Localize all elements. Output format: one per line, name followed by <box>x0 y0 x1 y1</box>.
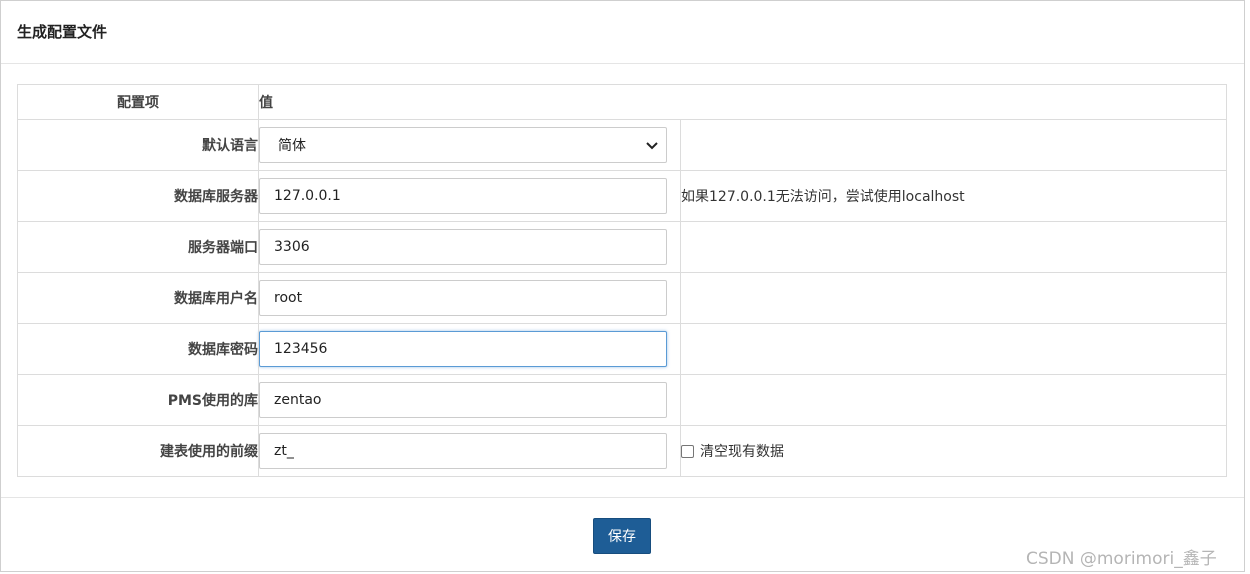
config-table: 配置项 值 默认语言 简体 数据库服务器 127.0.0.1 如果127.0.0… <box>17 84 1227 477</box>
pms-db-label: PMS使用的库 <box>17 374 259 426</box>
server-port-input[interactable]: 3306 <box>259 229 667 265</box>
config-panel: 生成配置文件 配置项 值 默认语言 简体 数据库服务器 127.0.0.1 如果… <box>0 0 1245 572</box>
db-server-hint: 如果127.0.0.1无法访问，尝试使用localhost <box>680 170 1227 222</box>
default-language-note <box>680 119 1227 171</box>
default-language-selected: 简体 <box>278 138 306 154</box>
table-row: 数据库密码 123456 <box>17 323 1227 375</box>
table-row: 建表使用的前缀 zt_ 清空现有数据 <box>17 425 1227 477</box>
table-row: 数据库用户名 root <box>17 272 1227 324</box>
clear-data-option[interactable]: 清空现有数据 <box>681 441 1226 461</box>
default-language-label: 默认语言 <box>17 119 259 171</box>
header-config-item: 配置项 <box>17 84 259 120</box>
db-password-input[interactable]: 123456 <box>259 331 667 367</box>
table-prefix-label: 建表使用的前缀 <box>17 425 259 477</box>
db-server-label: 数据库服务器 <box>17 170 259 222</box>
header-value: 值 <box>258 84 1227 120</box>
db-username-input[interactable]: root <box>259 280 667 316</box>
server-port-label: 服务器端口 <box>17 221 259 273</box>
chevron-down-icon <box>646 142 658 150</box>
db-server-input[interactable]: 127.0.0.1 <box>259 178 667 214</box>
table-row: 数据库服务器 127.0.0.1 如果127.0.0.1无法访问，尝试使用loc… <box>17 170 1227 222</box>
db-username-label: 数据库用户名 <box>17 272 259 324</box>
db-password-note <box>680 323 1227 375</box>
table-header-row: 配置项 值 <box>17 84 1227 120</box>
clear-data-label: 清空现有数据 <box>700 444 784 460</box>
panel-heading: 生成配置文件 <box>1 1 1244 64</box>
clear-data-checkbox[interactable] <box>681 444 694 458</box>
db-password-label: 数据库密码 <box>17 323 259 375</box>
pms-db-note <box>680 374 1227 426</box>
table-row: PMS使用的库 zentao <box>17 374 1227 426</box>
footer-divider <box>1 497 1244 498</box>
page-title: 生成配置文件 <box>17 23 108 41</box>
pms-db-input[interactable]: zentao <box>259 382 667 418</box>
save-button[interactable]: 保存 <box>593 518 651 554</box>
server-port-note <box>680 221 1227 273</box>
table-row: 服务器端口 3306 <box>17 221 1227 273</box>
watermark: CSDN @morimori_鑫子 <box>1026 549 1217 569</box>
table-prefix-input[interactable]: zt_ <box>259 433 667 469</box>
db-username-note <box>680 272 1227 324</box>
default-language-select[interactable]: 简体 <box>259 127 667 163</box>
table-row: 默认语言 简体 <box>17 119 1227 171</box>
